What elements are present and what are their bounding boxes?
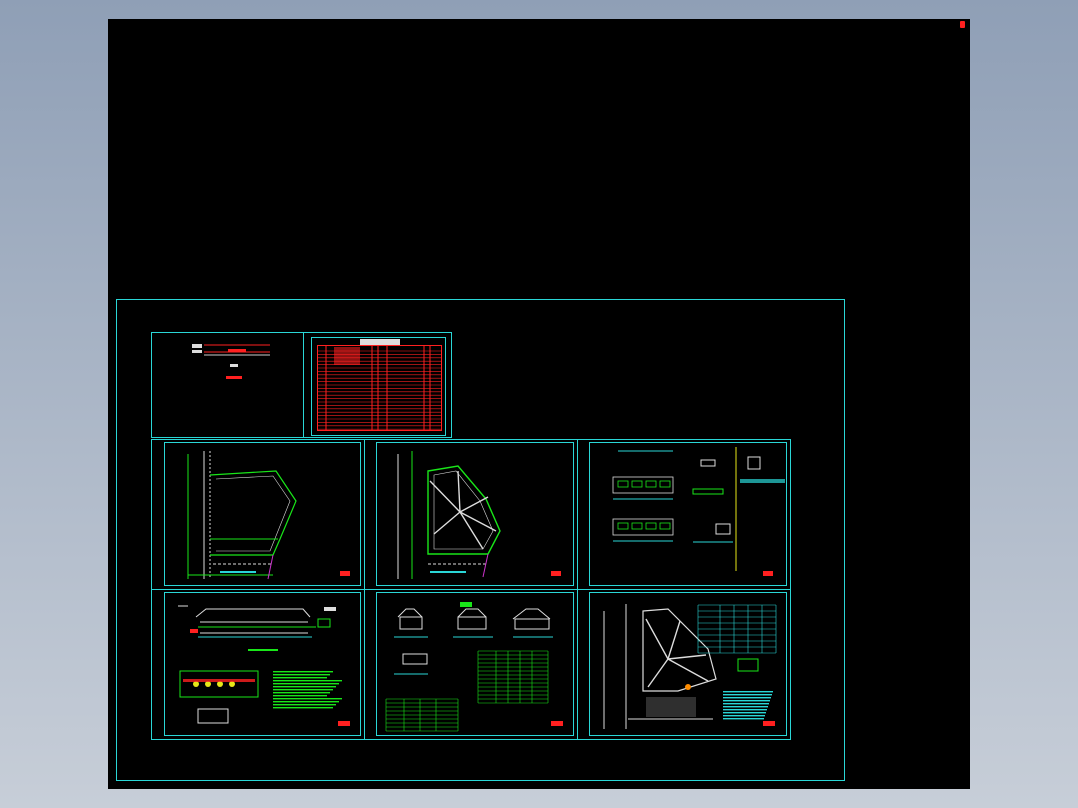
outer-frame: [116, 299, 845, 781]
sheet-cover: [151, 332, 304, 438]
sheet-plan-2: [397, 451, 561, 579]
sheet-plan-1: [187, 451, 350, 580]
sheet-plan-3: [603, 604, 777, 729]
drawing-canvas[interactable]: [108, 19, 970, 789]
sheet-section-long: [178, 605, 350, 726]
cad-model-viewport[interactable]: [108, 19, 970, 789]
sheet-index: [303, 332, 452, 438]
sheet-sections-1: [612, 447, 785, 576]
sheet-details: [385, 602, 563, 732]
